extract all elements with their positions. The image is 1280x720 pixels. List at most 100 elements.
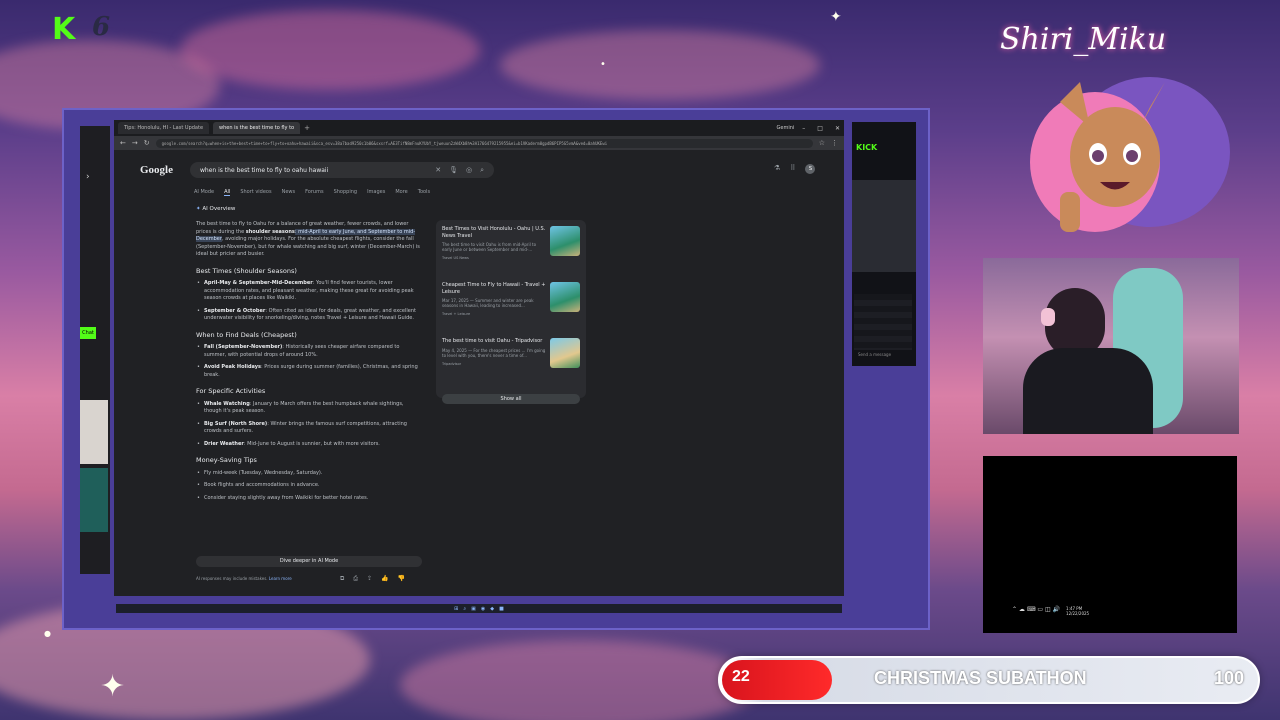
start-icon[interactable]: ⊞ <box>454 606 458 612</box>
google-account-bar: ⚗ ⠿ S <box>774 164 816 174</box>
browser-icon[interactable]: ◉ <box>481 606 485 612</box>
item-text: Book flights and accommodations in advan… <box>204 482 320 488</box>
tab-forums[interactable]: Forums <box>305 189 323 196</box>
sparkle-icon: ✦ <box>196 206 201 212</box>
tab-more[interactable]: More <box>395 189 407 196</box>
browser-tab[interactable]: Tips: Honolulu, HI - Last Update <box>118 122 210 134</box>
source-title[interactable]: Cheapest Time to Fly to Hawaii - Travel … <box>442 282 546 295</box>
source-card[interactable]: Best Times to Visit Honolulu - Oahu | U.… <box>442 226 580 272</box>
tab-shopping[interactable]: Shopping <box>334 189 357 196</box>
tab-all[interactable]: All <box>224 189 231 196</box>
bookmark-star-icon[interactable]: ☆ <box>819 139 825 147</box>
tab-news[interactable]: News <box>282 189 296 196</box>
source-thumbnail[interactable] <box>550 226 580 256</box>
intro-text-after: , avoiding major holidays. For the absol… <box>196 236 420 257</box>
person-body <box>1023 348 1153 434</box>
subathon-current: 22 <box>732 668 750 685</box>
star-icon: ✦ <box>100 669 126 704</box>
share-icon[interactable]: ⇪ <box>367 575 372 583</box>
forward-icon[interactable]: → <box>132 139 138 147</box>
source-snippet: The best time to visit Oahu is from mid-… <box>442 242 537 252</box>
folder-icon[interactable]: ▣ <box>471 606 476 612</box>
app-icon[interactable]: ■ <box>499 606 504 612</box>
apps-grid-icon[interactable]: ⠿ <box>790 164 795 174</box>
item-bold: September & October <box>204 307 266 314</box>
list-item: Drier Weather: Mid-June to August is sun… <box>196 441 422 449</box>
menu-dots-icon[interactable]: ⋮ <box>831 139 838 147</box>
list-item: Consider staying slightly away from Waik… <box>196 495 422 503</box>
mic-icon[interactable]: 🎙 <box>449 166 458 175</box>
list-item: Whale Watching: January to March offers … <box>196 401 422 416</box>
tab-short-videos[interactable]: Short videos <box>240 189 271 196</box>
gemini-button[interactable]: Gemini <box>777 125 795 131</box>
minimize-icon[interactable]: – <box>798 125 809 132</box>
ai-disclaimer: AI responses may include mistakes. Learn… <box>196 576 292 581</box>
subathon-goal: 100 <box>1214 668 1245 688</box>
item-bold: Big Surf (North Shore) <box>204 420 268 427</box>
source-card[interactable]: The best time to visit Oahu - Tripadviso… <box>442 338 580 384</box>
section-heading: Best Times (Shoulder Seasons) <box>196 266 297 275</box>
section-heading: When to Find Deals (Cheapest) <box>196 330 297 339</box>
chat-button[interactable]: Chat <box>80 327 96 339</box>
labs-flask-icon[interactable]: ⚗ <box>774 164 780 174</box>
search-icon[interactable]: ⌕ <box>480 166 484 175</box>
source-snippet: Mar 17, 2025 — Summer and winter are pea… <box>442 298 534 308</box>
source-card[interactable]: Cheapest Time to Fly to Hawaii - Travel … <box>442 282 580 328</box>
thumbs-up-icon[interactable]: 👍 <box>381 575 388 583</box>
copy-icon[interactable]: ⧉ <box>340 575 344 583</box>
section-heading: Money-Saving Tips <box>196 456 257 464</box>
list-item: Big Surf (North Shore): Winter brings th… <box>196 421 422 436</box>
source-thumbnail[interactable] <box>550 338 580 368</box>
account-avatar[interactable]: S <box>805 164 816 174</box>
search-icon[interactable]: ⌕ <box>463 606 466 612</box>
source-title[interactable]: The best time to visit Oahu - Tripadviso… <box>442 338 546 345</box>
ai-overview-content: The best time to fly to Oahu for a balan… <box>196 221 422 507</box>
learn-more-link[interactable]: Learn more <box>269 576 292 581</box>
new-tab-icon[interactable]: + <box>304 124 310 132</box>
section-heading: For Specific Activities <box>196 387 266 395</box>
back-icon[interactable]: ← <box>120 139 126 147</box>
lens-icon[interactable]: ◎ <box>466 166 472 175</box>
source-publisher: Travel + Leisure <box>442 312 471 316</box>
source-title[interactable]: Best Times to Visit Honolulu - Oahu | U.… <box>442 226 546 239</box>
left-window-strip: › <box>80 126 110 574</box>
source-snippet: May 4, 2025 — For the cheapest prices ..… <box>442 347 546 358</box>
source-thumbnail[interactable] <box>550 282 580 312</box>
search-input[interactable]: when is the best time to fly to oahu haw… <box>200 167 435 174</box>
tab-bar: Tips: Honolulu, HI - Last Update when is… <box>114 120 844 136</box>
source-publisher: Travel US News <box>442 256 469 260</box>
webcam-feed <box>983 258 1239 434</box>
chat-preview-image <box>852 180 916 272</box>
close-icon[interactable]: ✕ <box>831 125 844 132</box>
subathon-label: CHRISTMAS SUBATHON <box>874 668 1087 688</box>
search-box[interactable]: when is the best time to fly to oahu haw… <box>190 162 494 178</box>
tab-tools[interactable]: Tools <box>418 189 430 196</box>
app-icon[interactable]: ◆ <box>490 606 494 612</box>
export-icon[interactable]: ⎙ <box>353 575 358 583</box>
google-logo[interactable]: Google <box>140 164 173 176</box>
windows-taskbar: ⊞ ⌕ ▣ ◉ ◆ ■ <box>116 604 842 613</box>
clear-icon[interactable]: ✕ <box>435 166 441 175</box>
browser-tab-active[interactable]: when is the best time to fly to <box>213 122 301 134</box>
thumbs-down-icon[interactable]: 👎 <box>398 575 405 583</box>
show-all-button[interactable]: Show all <box>442 394 580 404</box>
dive-deeper-button[interactable]: Dive deeper in AI Mode <box>196 556 422 567</box>
streamer-name: Shiri_Miku <box>1000 22 1167 57</box>
item-bold: April-May & September-Mid-December <box>204 280 313 286</box>
chevron-right-icon[interactable]: › <box>86 172 90 182</box>
item-bold: Whale Watching <box>204 400 250 407</box>
tab-ai-mode[interactable]: AI Mode <box>194 189 214 196</box>
left-window-block <box>80 468 108 532</box>
left-window-block <box>80 400 108 464</box>
item-bold: Avoid Peak Holidays <box>204 364 261 370</box>
url-field[interactable]: google.com/search?q=when+is+the+best+tim… <box>155 138 813 148</box>
tab-images[interactable]: Images <box>367 189 385 196</box>
system-tray: ⌃ ☁ ⌨ ▭ ◫ 🔊 1:47 PM 12/22/2025 <box>1012 606 1092 618</box>
intro-paragraph: The best time to fly to Oahu for a balan… <box>196 221 422 259</box>
kick-rank-number: 6 <box>92 12 111 42</box>
tray-icons[interactable]: ⌃ ☁ ⌨ ▭ ◫ 🔊 <box>1012 606 1060 613</box>
reload-icon[interactable]: ↻ <box>144 139 150 147</box>
maximize-icon[interactable]: □ <box>813 125 827 132</box>
list-item: September & October: Often cited as idea… <box>196 308 422 323</box>
send-message-input[interactable]: Send a message <box>858 352 891 357</box>
